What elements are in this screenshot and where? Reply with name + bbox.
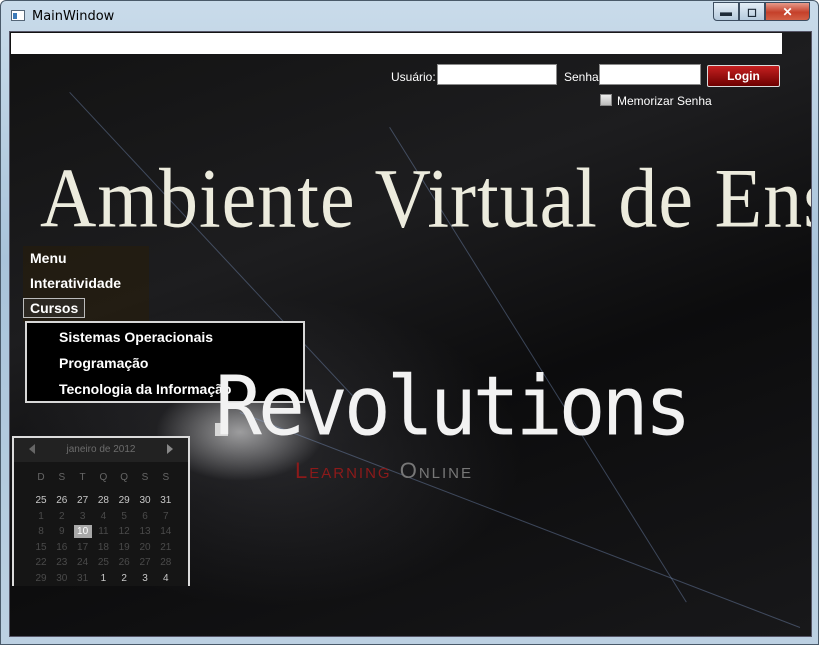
calendar-day[interactable]: 16 bbox=[53, 541, 71, 554]
calendar-day[interactable]: 20 bbox=[136, 541, 154, 554]
calendar-day[interactable]: 25 bbox=[94, 556, 112, 569]
calendar-day[interactable]: 17 bbox=[74, 541, 92, 554]
calendar-day[interactable]: 22 bbox=[32, 556, 50, 569]
password-label: Senha: bbox=[564, 70, 603, 84]
calendar-header: janeiro de 2012 bbox=[14, 438, 188, 462]
next-month-icon[interactable] bbox=[167, 444, 173, 454]
calendar-day[interactable]: 30 bbox=[53, 572, 71, 585]
remember-password-label: Memorizar Senha bbox=[617, 94, 712, 108]
app-window: MainWindow ▬ ◻ ✕ Usuário: Senha: Login M… bbox=[0, 0, 819, 645]
calendar-day[interactable]: 1 bbox=[32, 510, 50, 523]
calendar-month-title[interactable]: janeiro de 2012 bbox=[14, 444, 188, 455]
submenu-item-sistemas-operacionais[interactable]: Sistemas Operacionais bbox=[59, 329, 213, 345]
calendar-day[interactable]: 26 bbox=[53, 494, 71, 507]
calendar-day[interactable]: 27 bbox=[74, 494, 92, 507]
calendar-day[interactable]: 28 bbox=[157, 556, 175, 569]
calendar-day[interactable]: 29 bbox=[115, 494, 133, 507]
menu-item-cursos[interactable]: Cursos bbox=[23, 298, 86, 318]
calendar-day[interactable]: 19 bbox=[115, 541, 133, 554]
menu-item-menu[interactable]: Menu bbox=[30, 250, 67, 266]
app-icon bbox=[11, 10, 25, 21]
logo-tagline-online: Online bbox=[399, 458, 473, 483]
calendar-dow-label: D bbox=[37, 472, 45, 483]
calendar-day[interactable]: 7 bbox=[157, 510, 175, 523]
calendar-day[interactable]: 27 bbox=[136, 556, 154, 569]
calendar-day[interactable]: 13 bbox=[136, 525, 154, 538]
calendar-day[interactable]: 23 bbox=[53, 556, 71, 569]
calendar-day[interactable]: 31 bbox=[157, 494, 175, 507]
calendar-day[interactable]: 2 bbox=[115, 572, 133, 585]
minimize-button[interactable]: ▬ bbox=[713, 2, 739, 21]
calendar-day[interactable]: 9 bbox=[53, 525, 71, 538]
calendar-day[interactable]: 18 bbox=[94, 541, 112, 554]
login-button[interactable]: Login bbox=[707, 65, 780, 87]
calendar-day[interactable]: 24 bbox=[74, 556, 92, 569]
close-button[interactable]: ✕ bbox=[765, 2, 810, 21]
calendar-day[interactable]: 4 bbox=[157, 572, 175, 585]
calendar-dow-label: S bbox=[141, 472, 149, 483]
calendar-day[interactable]: 31 bbox=[74, 572, 92, 585]
username-input[interactable] bbox=[437, 64, 557, 85]
calendar-day[interactable]: 14 bbox=[157, 525, 175, 538]
remember-password-checkbox[interactable] bbox=[600, 94, 612, 106]
calendar-day[interactable]: 28 bbox=[94, 494, 112, 507]
calendar-day[interactable]: 25 bbox=[32, 494, 50, 507]
calendar-day[interactable]: 21 bbox=[157, 541, 175, 554]
main-content: Usuário: Senha: Login Memorizar Senha Am… bbox=[9, 31, 812, 637]
calendar-day[interactable]: 12 bbox=[115, 525, 133, 538]
calendar-day[interactable]: 2 bbox=[53, 510, 71, 523]
caption-buttons: ▬ ◻ ✕ bbox=[713, 2, 810, 21]
calendar-dow-label: Q bbox=[120, 472, 129, 483]
calendar-day[interactable]: 4 bbox=[94, 510, 112, 523]
calendar-day[interactable]: 8 bbox=[32, 525, 50, 538]
calendar-day[interactable]: 30 bbox=[136, 494, 154, 507]
logo-tagline-learning: Learning bbox=[295, 458, 392, 483]
menu-item-interatividade[interactable]: Interatividade bbox=[30, 275, 121, 291]
calendar-day[interactable]: 11 bbox=[94, 525, 112, 538]
password-input[interactable] bbox=[599, 64, 701, 85]
calendar: janeiro de 2012 D S T Q Q S S 25 26 27 28 29 30 31 1 2 3… bbox=[12, 436, 190, 586]
calendar-day[interactable]: 6 bbox=[136, 510, 154, 523]
submenu-item-programacao[interactable]: Programação bbox=[59, 355, 148, 371]
calendar-day[interactable]: 29 bbox=[32, 572, 50, 585]
page-title: Ambiente Virtual de Ensino bbox=[40, 151, 811, 246]
calendar-day[interactable]: 1 bbox=[94, 572, 112, 585]
calendar-dow-label: Q bbox=[99, 472, 108, 483]
calendar-dow-label: S bbox=[58, 472, 66, 483]
address-strip bbox=[11, 33, 782, 54]
maximize-button[interactable]: ◻ bbox=[739, 2, 765, 21]
window-title: MainWindow bbox=[32, 9, 115, 24]
calendar-dow-label: S bbox=[162, 472, 170, 483]
calendar-day[interactable]: 10 bbox=[73, 525, 92, 539]
calendar-dow-label: T bbox=[79, 472, 86, 483]
calendar-day[interactable]: 3 bbox=[74, 510, 92, 523]
calendar-day[interactable]: 3 bbox=[136, 572, 154, 585]
calendar-day[interactable]: 26 bbox=[115, 556, 133, 569]
logo-wordmark: Revolutions bbox=[215, 359, 692, 455]
username-label: Usuário: bbox=[391, 70, 436, 84]
calendar-day[interactable]: 5 bbox=[115, 510, 133, 523]
logo-tagline: Learning Online bbox=[295, 458, 473, 484]
submenu-item-tecnologia-informacao[interactable]: Tecnologia da Informação bbox=[59, 381, 231, 397]
calendar-day[interactable]: 15 bbox=[32, 541, 50, 554]
